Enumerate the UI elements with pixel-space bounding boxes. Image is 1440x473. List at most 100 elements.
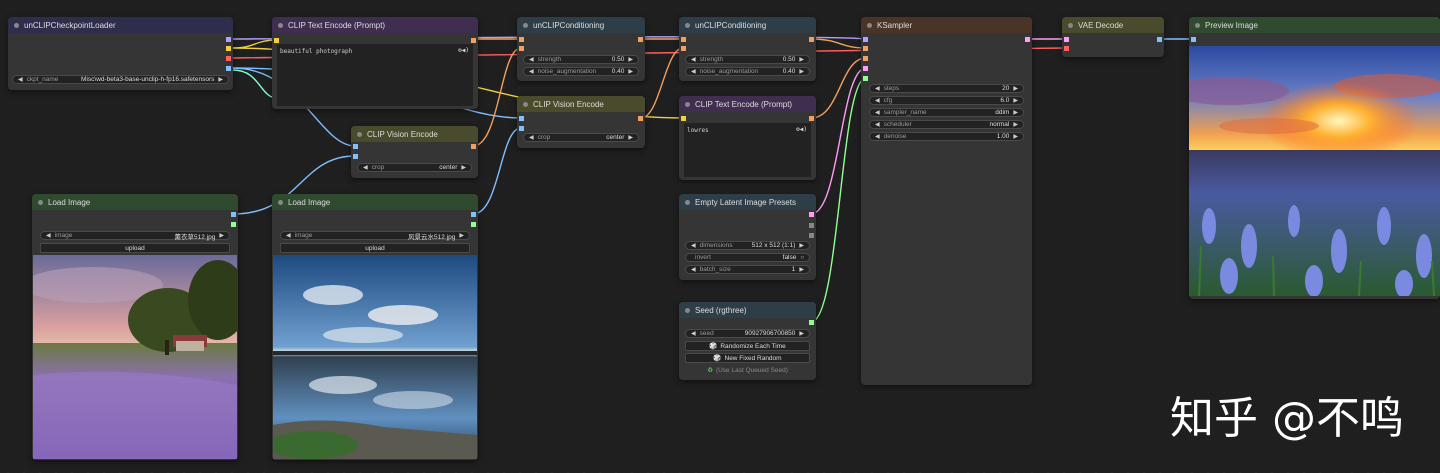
denoise-slider[interactable]: ◀ denoise 1.00 ▶ (869, 132, 1024, 141)
node-title-bar[interactable]: Load Image (272, 194, 478, 210)
node-unclip-conditioning-1[interactable]: unCLIPConditioning ◀ strength 0.50 ▶ ◀ n… (517, 17, 645, 81)
arrow-left-icon[interactable]: ◀ (691, 266, 696, 273)
arrow-right-icon[interactable]: ▶ (799, 242, 804, 249)
clip-input-port[interactable] (274, 38, 279, 43)
mask-output-port[interactable] (471, 222, 476, 227)
conditioning-output-port[interactable] (471, 38, 476, 43)
collapse-dot-icon[interactable] (685, 199, 690, 205)
node-empty-latent-image-presets[interactable]: Empty Latent Image Presets ◀ dimensions … (679, 194, 816, 280)
arrow-right-icon[interactable]: ▶ (219, 232, 224, 239)
arrow-right-icon[interactable]: ▶ (799, 56, 804, 63)
randomize-each-time-button[interactable]: 🎲 Randomize Each Time (685, 341, 810, 351)
clip-vision-output-out-port[interactable] (638, 116, 643, 121)
prompt-textarea[interactable]: lowres ⚙◀) (684, 123, 811, 177)
collapse-dot-icon[interactable] (278, 22, 283, 28)
arrow-right-icon[interactable]: ▶ (1013, 85, 1018, 92)
crop-combo[interactable]: ◀ crop center ▶ (523, 133, 639, 142)
latent-image-input-port[interactable] (863, 66, 868, 71)
seed-output-port[interactable] (809, 320, 814, 325)
image-input-port[interactable] (519, 126, 524, 131)
node-title-bar[interactable]: Seed (rgthree) (679, 302, 816, 318)
mask-output-port[interactable] (231, 222, 236, 227)
arrow-left-icon[interactable]: ◀ (875, 85, 880, 92)
prompt-tools-icon[interactable]: ⚙◀) (458, 47, 469, 54)
collapse-dot-icon[interactable] (685, 22, 690, 28)
clip-vision-output-input-port[interactable] (681, 46, 686, 51)
arrow-left-icon[interactable]: ◀ (18, 76, 23, 83)
image-output-port[interactable] (471, 212, 476, 217)
clip-vision-input-port[interactable] (519, 116, 524, 121)
toggle-off-icon[interactable]: ○ (800, 255, 804, 261)
node-clip-text-encode-negative[interactable]: CLIP Text Encode (Prompt) lowres ⚙◀) (679, 96, 816, 180)
collapse-dot-icon[interactable] (357, 131, 362, 137)
seed-input-port[interactable] (863, 76, 868, 81)
collapse-dot-icon[interactable] (523, 101, 528, 107)
conditioning-output-port[interactable] (809, 37, 814, 42)
model-output-port[interactable] (226, 37, 231, 42)
prompt-tools-icon[interactable]: ⚙◀) (796, 126, 807, 133)
node-title-bar[interactable]: Load Image (32, 194, 238, 210)
node-title-bar[interactable]: unCLIPCheckpointLoader (8, 17, 233, 33)
node-ksampler[interactable]: KSampler ◀ steps 20 ▶ ◀ cfg 6.0 ▶ ◀ samp… (861, 17, 1032, 385)
arrow-left-icon[interactable]: ◀ (363, 164, 368, 171)
clip-vision-input-port[interactable] (353, 144, 358, 149)
node-title-bar[interactable]: CLIP Text Encode (Prompt) (679, 96, 816, 112)
cfg-stepper[interactable]: ◀ cfg 6.0 ▶ (869, 96, 1024, 105)
image-output-port[interactable] (1157, 37, 1162, 42)
image-output-port[interactable] (231, 212, 236, 217)
node-title-bar[interactable]: Empty Latent Image Presets (679, 194, 816, 210)
steps-stepper[interactable]: ◀ steps 20 ▶ (869, 84, 1024, 93)
new-fixed-random-button[interactable]: 🎲 New Fixed Random (685, 353, 810, 363)
batch-size-stepper[interactable]: ◀ batch_size 1 ▶ (685, 265, 810, 274)
samples-input-port[interactable] (1064, 37, 1069, 42)
height-output-port[interactable] (809, 233, 814, 238)
seed-stepper[interactable]: ◀ seed 909279067008​50 ▶ (685, 329, 810, 338)
conditioning-input-port[interactable] (681, 37, 686, 42)
arrow-right-icon[interactable]: ▶ (628, 134, 633, 141)
arrow-left-icon[interactable]: ◀ (529, 134, 534, 141)
arrow-left-icon[interactable]: ◀ (875, 97, 880, 104)
ckpt-name-combo[interactable]: ◀ ckpt_name Misc\wd-beta3-base-unclip-h-… (12, 75, 229, 84)
collapse-dot-icon[interactable] (523, 22, 528, 28)
strength-slider[interactable]: ◀ strength 0.50 ▶ (685, 55, 810, 64)
preview-output-image[interactable] (1189, 46, 1440, 296)
arrow-left-icon[interactable]: ◀ (286, 232, 291, 239)
clip-vision-output-out-port[interactable] (471, 144, 476, 149)
clip-vision-output-port[interactable] (226, 66, 231, 71)
node-clip-vision-encode-2[interactable]: CLIP Vision Encode ◀ crop center ▶ (517, 96, 645, 148)
collapse-dot-icon[interactable] (14, 22, 19, 28)
collapse-dot-icon[interactable] (867, 22, 872, 28)
clip-output-port[interactable] (226, 46, 231, 51)
node-clip-vision-encode-1[interactable]: CLIP Vision Encode ◀ crop center ▶ (351, 126, 478, 178)
upload-button[interactable]: upload (40, 243, 230, 253)
arrow-right-icon[interactable]: ▶ (461, 164, 466, 171)
node-load-image-1[interactable]: Load Image ◀ image 薰衣草512.jpg ▶ upload (32, 194, 238, 460)
noise-augmentation-slider[interactable]: ◀ noise_augmentation 0.40 ▶ (685, 67, 810, 76)
conditioning-output-port[interactable] (809, 116, 814, 121)
collapse-dot-icon[interactable] (1068, 22, 1073, 28)
node-unclip-checkpoint-loader[interactable]: unCLIPCheckpointLoader ◀ ckpt_name Misc\… (8, 17, 233, 90)
arrow-left-icon[interactable]: ◀ (691, 242, 696, 249)
arrow-left-icon[interactable]: ◀ (875, 121, 880, 128)
arrow-right-icon[interactable]: ▶ (1013, 121, 1018, 128)
arrow-right-icon[interactable]: ▶ (799, 266, 804, 273)
arrow-right-icon[interactable]: ▶ (218, 76, 223, 83)
node-seed-rgthree[interactable]: Seed (rgthree) ◀ seed 909279067008​50 ▶ … (679, 302, 816, 380)
arrow-left-icon[interactable]: ◀ (875, 133, 880, 140)
prompt-textarea[interactable]: beautiful photograph ⚙◀) (277, 44, 473, 106)
node-title-bar[interactable]: CLIP Vision Encode (351, 126, 478, 142)
scheduler-combo[interactable]: ◀ scheduler normal ▶ (869, 120, 1024, 129)
arrow-right-icon[interactable]: ▶ (1013, 109, 1018, 116)
image-input-port[interactable] (353, 154, 358, 159)
image-combo[interactable]: ◀ image 薰衣草512.jpg ▶ (40, 231, 230, 241)
arrow-left-icon[interactable]: ◀ (691, 56, 696, 63)
use-last-queued-seed-button[interactable]: ♻ (Use Last Queued Seed) (685, 365, 810, 375)
node-title-bar[interactable]: Preview Image (1189, 17, 1440, 33)
arrow-left-icon[interactable]: ◀ (46, 232, 51, 239)
latent-output-port[interactable] (809, 212, 814, 217)
arrow-right-icon[interactable]: ▶ (1013, 97, 1018, 104)
width-output-port[interactable] (809, 223, 814, 228)
model-input-port[interactable] (863, 37, 868, 42)
arrow-left-icon[interactable]: ◀ (875, 109, 880, 116)
node-title-bar[interactable]: VAE Decode (1062, 17, 1164, 33)
